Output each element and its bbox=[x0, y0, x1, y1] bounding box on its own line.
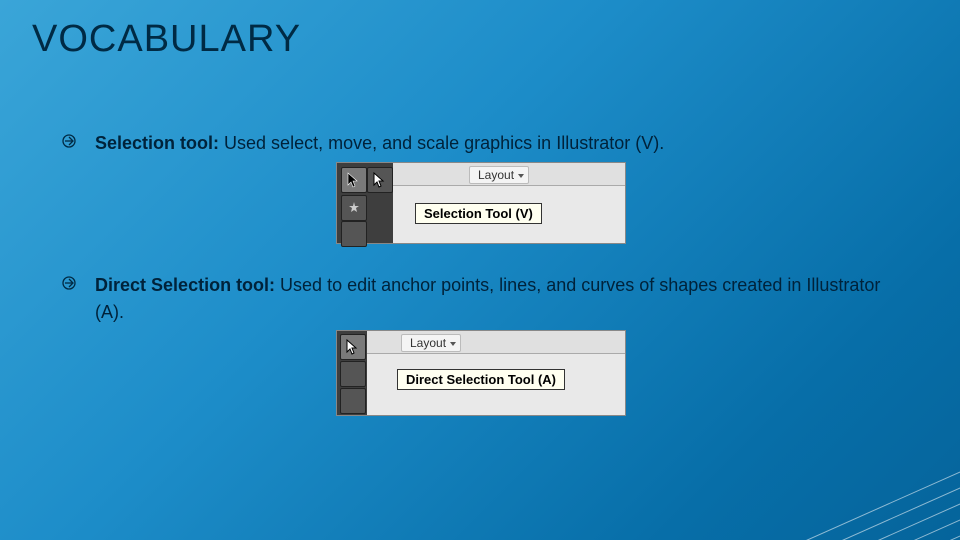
layout-dropdown: Layout bbox=[401, 334, 461, 352]
decorative-lines bbox=[600, 290, 960, 540]
wand-tool-button bbox=[341, 195, 367, 221]
definition: Used select, move, and scale graphics in… bbox=[219, 133, 664, 153]
selection-tool-screenshot: Layout Selection Tool (V) bbox=[336, 162, 626, 244]
bullet-item: Selection tool: Used select, move, and s… bbox=[62, 130, 664, 157]
tooltip: Selection Tool (V) bbox=[415, 203, 542, 224]
direct-selection-tool-button bbox=[367, 167, 393, 193]
page-title: VOCABULARY bbox=[32, 18, 301, 61]
tool-button bbox=[341, 221, 367, 247]
direct-selection-tool-button bbox=[340, 334, 366, 360]
selection-tool-button bbox=[341, 167, 367, 193]
direct-selection-tool-screenshot: Layout Direct Selection Tool (A) bbox=[336, 330, 626, 416]
bullet-icon bbox=[62, 276, 76, 290]
hollow-cursor-icon bbox=[346, 339, 360, 355]
tooltip: Direct Selection Tool (A) bbox=[397, 369, 565, 390]
cursor-icon bbox=[347, 172, 361, 188]
tool-button bbox=[340, 361, 366, 387]
slide: VOCABULARY Selection tool: Used select, … bbox=[0, 0, 960, 540]
bullet-text: Direct Selection tool: Used to edit anch… bbox=[95, 272, 895, 326]
term: Direct Selection tool: bbox=[95, 275, 275, 295]
term: Selection tool: bbox=[95, 133, 219, 153]
layout-dropdown: Layout bbox=[469, 166, 529, 184]
tool-column bbox=[337, 331, 367, 415]
bullet-item: Direct Selection tool: Used to edit anch… bbox=[62, 272, 895, 326]
wand-icon bbox=[347, 201, 361, 215]
tool-button bbox=[340, 388, 366, 414]
bullet-text: Selection tool: Used select, move, and s… bbox=[95, 130, 664, 157]
hollow-cursor-icon bbox=[373, 172, 387, 188]
bullet-icon bbox=[62, 134, 76, 148]
tool-column bbox=[337, 163, 393, 243]
